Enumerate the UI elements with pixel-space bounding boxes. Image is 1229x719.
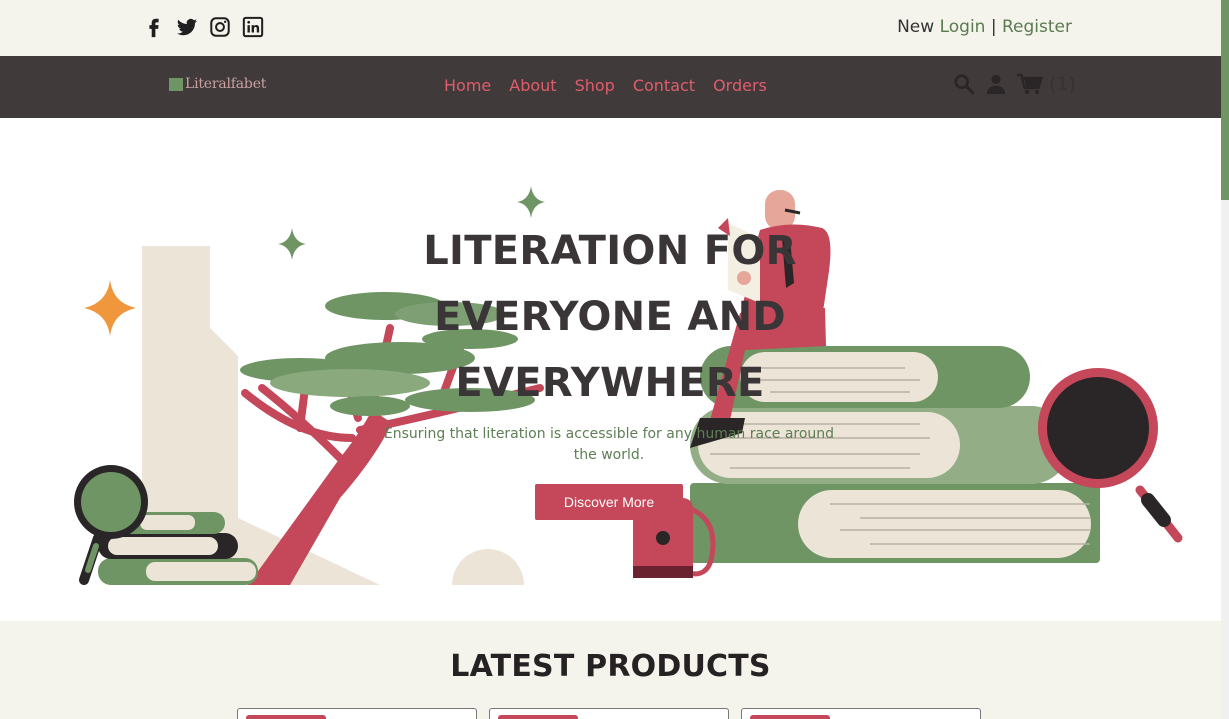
instagram-icon[interactable] (209, 16, 231, 38)
scrollbar-thumb[interactable] (1221, 0, 1229, 200)
sparkle-icon (278, 228, 306, 260)
nav-shop[interactable]: Shop (575, 76, 615, 95)
hero-subtitle: Ensuring that literation is accessible f… (383, 426, 835, 463)
nav-contact[interactable]: Contact (633, 76, 695, 95)
search-icon[interactable] (953, 73, 975, 95)
facebook-icon[interactable] (143, 16, 165, 38)
cart-icon[interactable] (1017, 73, 1043, 95)
product-card[interactable] (237, 708, 477, 719)
product-tag (246, 715, 326, 719)
nav-about[interactable]: About (509, 76, 556, 95)
product-card[interactable] (741, 708, 981, 719)
linkedin-icon[interactable] (242, 16, 264, 38)
product-card[interactable] (489, 708, 729, 719)
twitter-icon[interactable] (176, 16, 198, 38)
hero-section: LITERATION FOR EVERYONE AND EVERYWHERE E… (0, 118, 1221, 621)
brand-name: Literalfabet (185, 76, 267, 92)
login-link[interactable]: Login (940, 17, 986, 37)
user-icon[interactable] (985, 73, 1007, 95)
nav-tools: (1) (953, 73, 1076, 95)
main-menu: Home About Shop Contact Orders (444, 76, 767, 95)
hero-title: LITERATION FOR EVERYONE AND EVERYWHERE (423, 228, 797, 406)
page-scrollbar[interactable] (1221, 0, 1229, 719)
latest-products-section: LATEST PRODUCTS (0, 621, 1221, 719)
cart-count[interactable]: (1) (1049, 73, 1076, 95)
auth-links: New Login | Register (897, 17, 1072, 37)
auth-separator: | (990, 17, 997, 37)
top-bar: New Login | Register (0, 0, 1221, 56)
discover-more-button[interactable]: Discover More (535, 484, 683, 520)
sparkle-icon (517, 186, 545, 218)
register-link[interactable]: Register (1002, 17, 1072, 37)
nav-orders[interactable]: Orders (713, 76, 767, 95)
sparkle-icon (84, 280, 136, 336)
logo-mark (169, 77, 183, 91)
product-tag (498, 715, 578, 719)
nav-home[interactable]: Home (444, 76, 491, 95)
social-links (143, 16, 264, 38)
auth-prefix: New (897, 17, 935, 37)
brand-logo[interactable]: Literalfabet (169, 76, 266, 92)
product-tag (750, 715, 830, 719)
section-heading: LATEST PRODUCTS (450, 649, 771, 684)
dome-shape (452, 549, 524, 585)
